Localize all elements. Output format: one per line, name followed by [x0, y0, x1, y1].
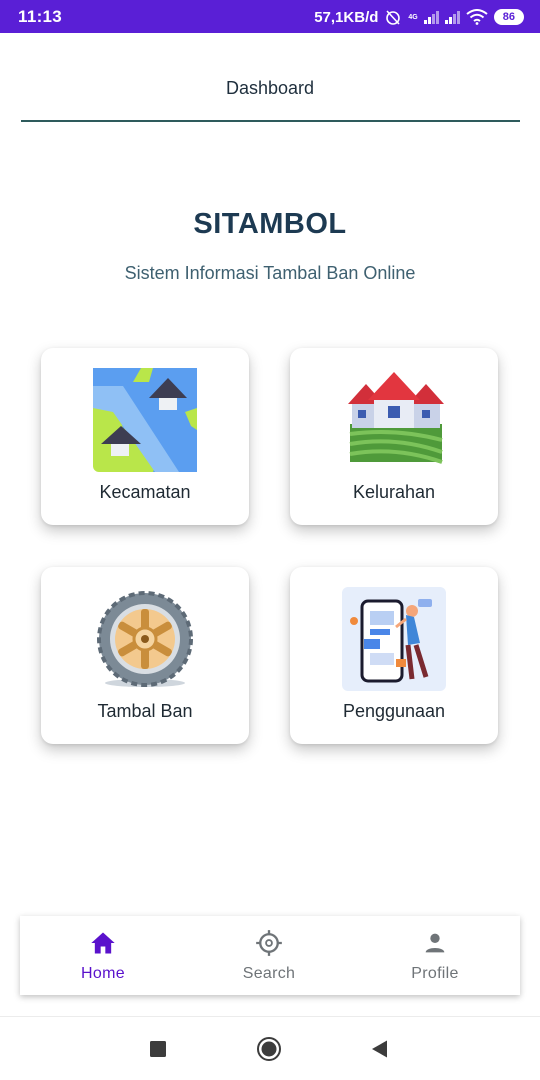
menu-card-kecamatan[interactable]: Kecamatan: [41, 348, 249, 525]
system-navigation-bar: [0, 1016, 540, 1080]
menu-label-kecamatan: Kecamatan: [99, 482, 191, 502]
page-title: Dashboard: [225, 78, 315, 98]
wifi-icon: [466, 9, 488, 25]
signal-icon: [444, 10, 460, 24]
nav-home[interactable]: Home: [20, 916, 186, 995]
home-icon: [91, 932, 115, 954]
menu-label-tambal-ban: Tambal Ban: [97, 701, 193, 721]
person-icon: [425, 933, 445, 953]
header-divider: [21, 120, 520, 122]
network-type: 4G: [408, 13, 418, 21]
nav-profile[interactable]: Profile: [352, 916, 518, 995]
village-icon: [348, 372, 444, 464]
menu-label-penggunaan: Penggunaan: [342, 701, 446, 721]
app-title: SITAMBOL: [193, 208, 347, 240]
menu-card-kelurahan[interactable]: Kelurahan: [290, 348, 498, 525]
menu-label-kelurahan: Kelurahan: [352, 482, 436, 502]
battery-icon: 86: [493, 9, 524, 25]
home-circle-icon[interactable]: [257, 1037, 281, 1061]
nav-home-label: Home: [81, 965, 125, 982]
status-time: 11:13: [18, 7, 63, 26]
signal-icon: [423, 10, 439, 24]
status-icons: 57,1KB/d 4G 86: [314, 6, 524, 28]
usage-guide-icon: [342, 587, 446, 691]
back-icon[interactable]: [368, 1037, 392, 1061]
nav-search-label: Search: [242, 965, 296, 982]
bottom-navigation: Home Search Profile: [20, 916, 520, 995]
tire-icon: [97, 591, 193, 687]
status-bar: 11:13 57,1KB/d 4G 86: [0, 0, 540, 33]
app-subtitle: Sistem Informasi Tambal Ban Online: [124, 263, 416, 283]
alarm-off-icon: [386, 10, 401, 25]
nav-search[interactable]: Search: [186, 916, 352, 995]
recent-apps-icon[interactable]: [146, 1037, 170, 1061]
menu-card-tambal-ban[interactable]: Tambal Ban: [41, 567, 249, 744]
menu-card-penggunaan[interactable]: Penggunaan: [290, 567, 498, 744]
network-speed: 57,1KB/d: [314, 8, 379, 26]
nav-profile-label: Profile: [411, 965, 459, 982]
map-icon: [93, 368, 197, 472]
crosshair-icon: [256, 930, 282, 956]
